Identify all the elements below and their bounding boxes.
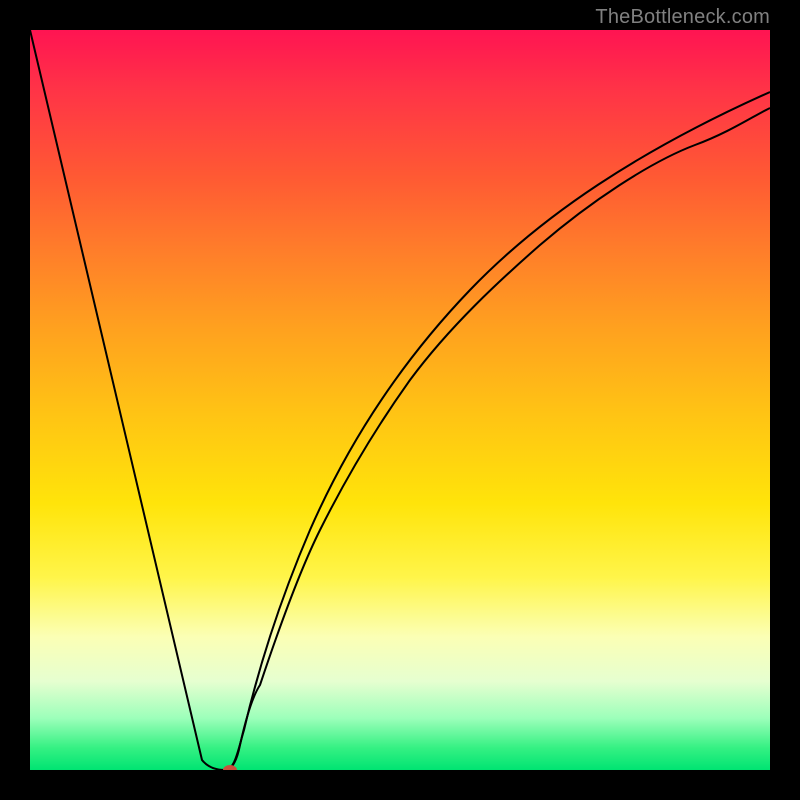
curve-right-refined [225,92,770,770]
plot-area [30,30,770,770]
plot-svg [30,30,770,770]
chart-frame: TheBottleneck.com [0,0,800,800]
min-marker [223,765,237,770]
curve-right [225,108,770,770]
curve-left [30,30,225,770]
attribution-text: TheBottleneck.com [595,6,770,29]
